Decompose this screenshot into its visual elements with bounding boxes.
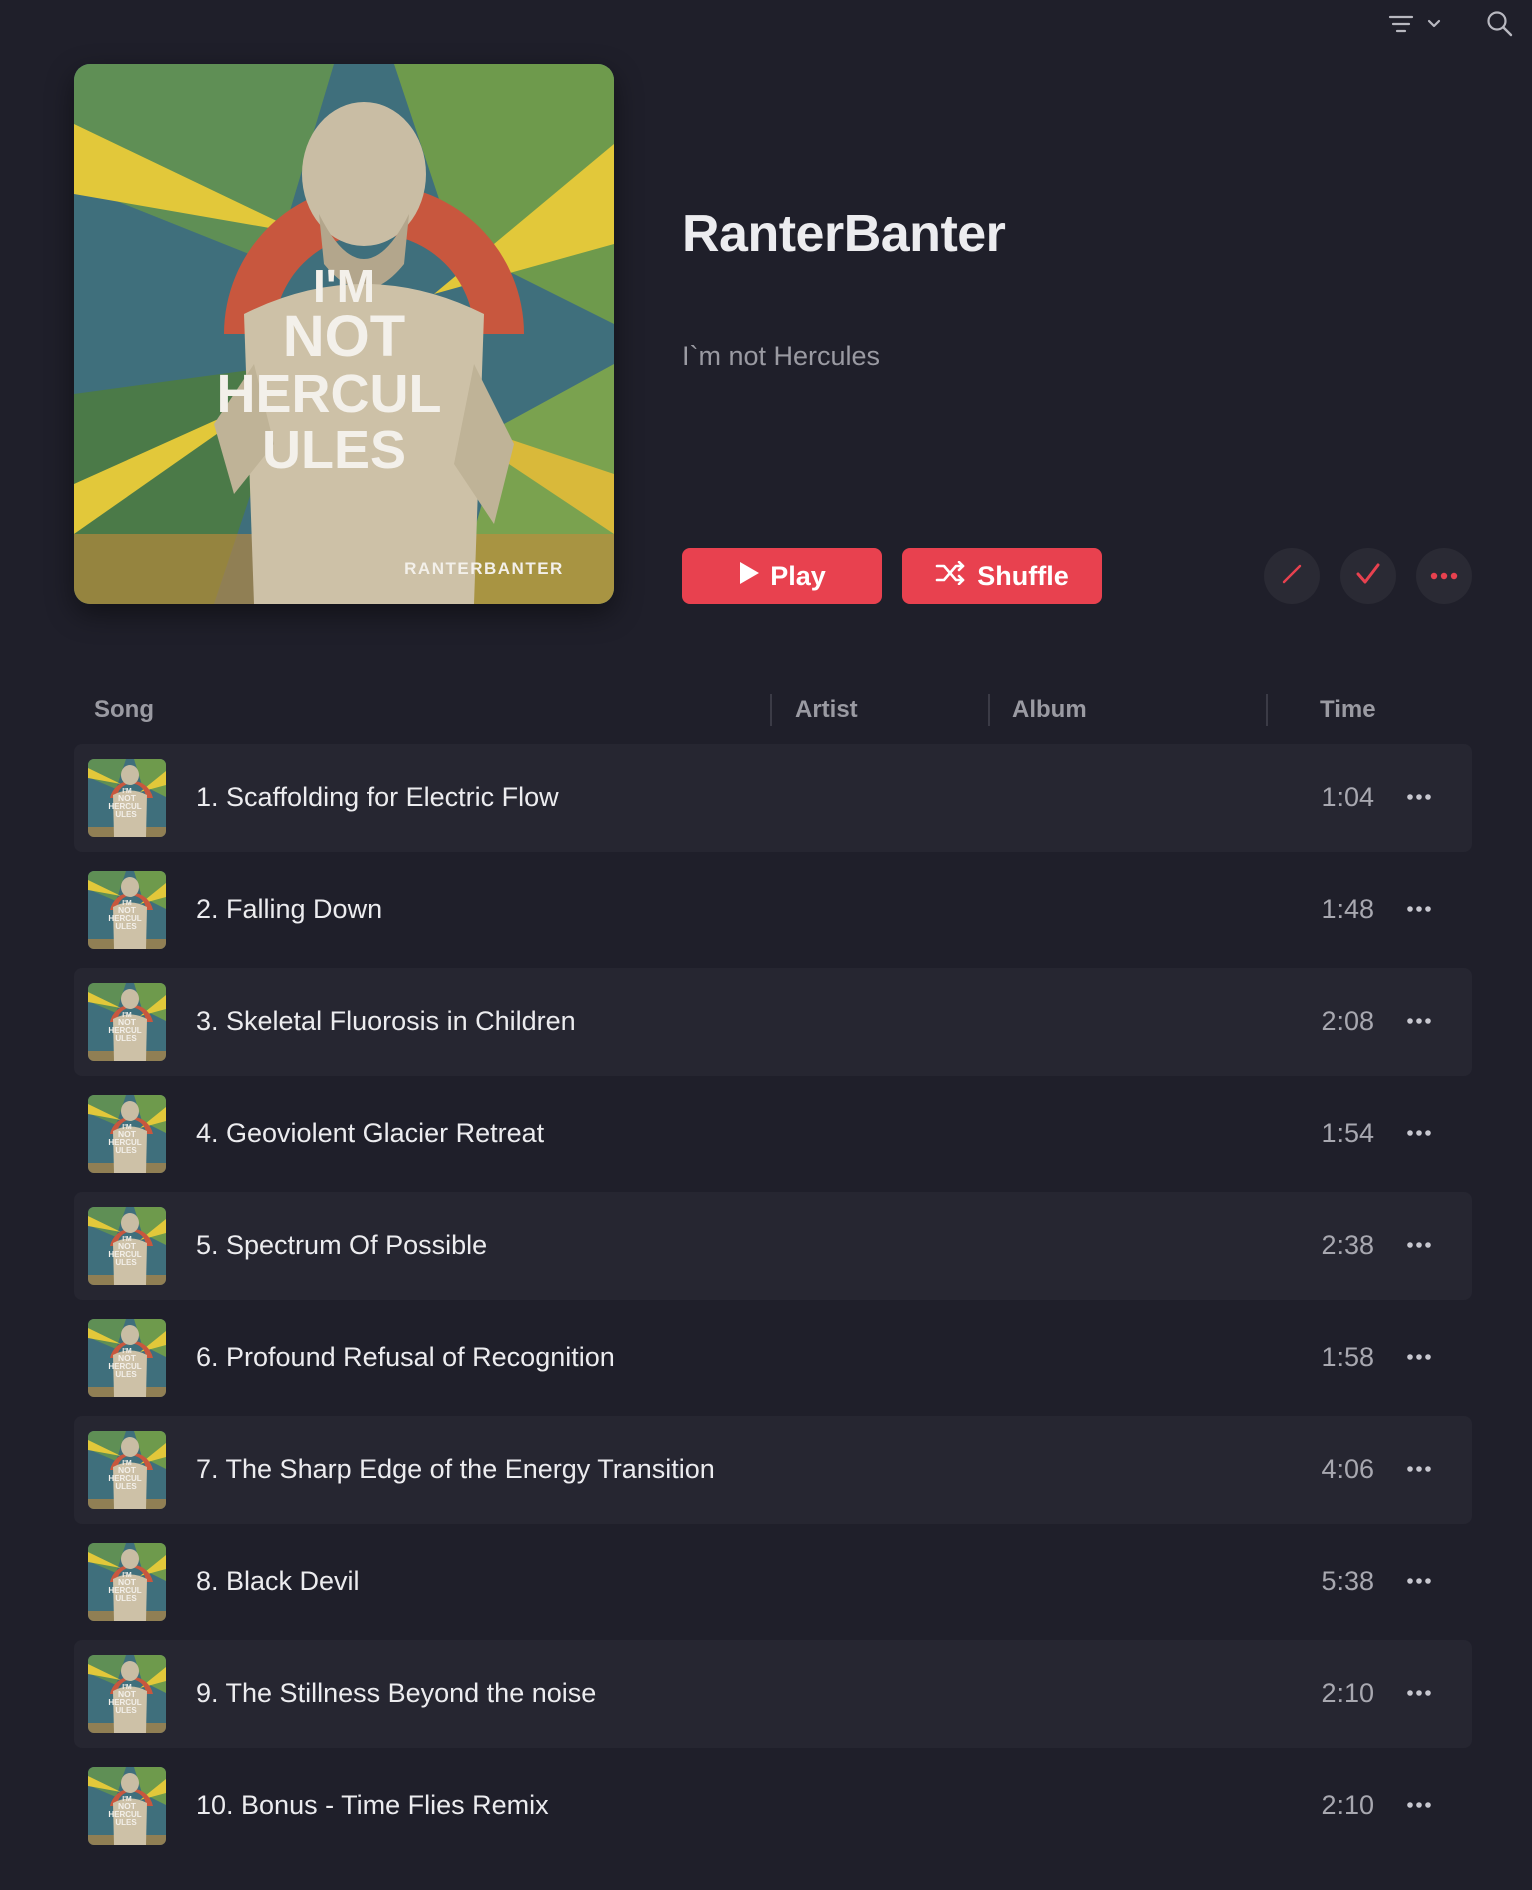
play-label: Play <box>770 560 826 591</box>
pencil-icon <box>1281 563 1303 590</box>
svg-text:ULES: ULES <box>115 1370 137 1379</box>
svg-text:ULES: ULES <box>115 810 137 819</box>
track-duration: 2:10 <box>1321 1678 1374 1708</box>
track-row[interactable]: I'M NOT HERCUL ULES 3. Skeletal Fluorosi… <box>74 968 1472 1076</box>
svg-text:ULES: ULES <box>115 922 137 931</box>
column-divider[interactable] <box>770 694 772 726</box>
track-more-icon[interactable] <box>1402 1564 1436 1598</box>
track-row[interactable]: I'M NOT HERCUL ULES 7. The Sharp Edge of… <box>74 1416 1472 1524</box>
track-artwork: I'M NOT HERCUL ULES <box>88 1543 166 1621</box>
track-title: 10. Bonus - Time Flies Remix <box>196 1790 549 1820</box>
track-more-icon[interactable] <box>1402 1004 1436 1038</box>
edit-button[interactable] <box>1264 548 1320 604</box>
track-more-icon[interactable] <box>1402 1788 1436 1822</box>
svg-text:ULES: ULES <box>115 1818 137 1827</box>
track-title: 6. Profound Refusal of Recognition <box>196 1342 615 1372</box>
svg-text:ULES: ULES <box>115 1594 137 1603</box>
track-duration: 1:04 <box>1321 782 1374 812</box>
shuffle-label: Shuffle <box>977 560 1069 591</box>
column-album[interactable]: Album <box>1012 696 1087 724</box>
track-duration: 1:48 <box>1321 894 1374 924</box>
track-title: 4. Geoviolent Glacier Retreat <box>196 1118 545 1148</box>
track-artwork: I'M NOT HERCUL ULES <box>88 1095 166 1173</box>
svg-text:ULES: ULES <box>115 1258 137 1267</box>
track-title: 7. The Sharp Edge of the Energy Transiti… <box>196 1454 715 1484</box>
track-title: 3. Skeletal Fluorosis in Children <box>196 1006 576 1036</box>
track-more-icon[interactable] <box>1402 1340 1436 1374</box>
svg-text:ULES: ULES <box>115 1482 137 1491</box>
track-row[interactable]: I'M NOT HERCUL ULES 5. Spectrum Of Possi… <box>74 1192 1472 1300</box>
track-more-icon[interactable] <box>1402 780 1436 814</box>
track-more-icon[interactable] <box>1402 1228 1436 1262</box>
track-artwork: I'M NOT HERCUL ULES <box>88 1655 166 1733</box>
track-duration: 1:54 <box>1321 1118 1374 1148</box>
track-duration: 2:10 <box>1321 1790 1374 1820</box>
album-artist-link[interactable]: I`m not Hercules <box>682 341 880 372</box>
checkmark-icon <box>1355 562 1381 591</box>
track-row[interactable]: I'M NOT HERCUL ULES 8. Black Devil 5:38 <box>74 1528 1472 1636</box>
svg-text:NOT: NOT <box>283 304 405 369</box>
album-header: I'M NOT HERCUL ULES RANTERBANTER RanterB… <box>74 64 1472 604</box>
svg-text:ULES: ULES <box>115 1706 137 1715</box>
track-artwork: I'M NOT HERCUL ULES <box>88 983 166 1061</box>
track-title: 1. Scaffolding for Electric Flow <box>196 782 559 812</box>
play-icon <box>738 561 760 592</box>
svg-text:ULES: ULES <box>115 1034 137 1043</box>
track-more-icon[interactable] <box>1402 1452 1436 1486</box>
track-title: 5. Spectrum Of Possible <box>196 1230 488 1260</box>
album-title: RanterBanter <box>682 205 1006 263</box>
track-artwork: I'M NOT HERCUL ULES <box>88 1319 166 1397</box>
search-icon[interactable] <box>1486 10 1514 38</box>
svg-text:ULES: ULES <box>262 420 406 480</box>
track-more-icon[interactable] <box>1402 1676 1436 1710</box>
track-duration: 2:08 <box>1321 1006 1374 1036</box>
track-title: 9. The Stillness Beyond the noise <box>196 1678 597 1708</box>
column-artist[interactable]: Artist <box>795 696 858 724</box>
added-to-library-button[interactable] <box>1340 548 1396 604</box>
track-row[interactable]: I'M NOT HERCUL ULES 4. Geoviolent Glacie… <box>74 1080 1472 1188</box>
svg-text:ULES: ULES <box>115 1146 137 1155</box>
track-list-header: Song Artist Album Time <box>74 686 1472 736</box>
track-title: 8. Black Devil <box>196 1566 360 1596</box>
track-more-icon[interactable] <box>1402 1116 1436 1150</box>
sort-menu-button[interactable] <box>1388 14 1442 34</box>
track-duration: 4:06 <box>1321 1454 1374 1484</box>
track-artwork: I'M NOT HERCUL ULES <box>88 871 166 949</box>
track-row[interactable]: I'M NOT HERCUL ULES 6. Profound Refusal … <box>74 1304 1472 1412</box>
top-toolbar <box>1388 10 1514 38</box>
track-artwork: I'M NOT HERCUL ULES <box>88 1431 166 1509</box>
svg-text:RANTERBANTER: RANTERBANTER <box>404 559 564 578</box>
track-more-icon[interactable] <box>1402 892 1436 926</box>
album-cover: I'M NOT HERCUL ULES RANTERBANTER <box>74 64 614 604</box>
track-row[interactable]: I'M NOT HERCUL ULES 10. Bonus - Time Fli… <box>74 1752 1472 1860</box>
shuffle-icon <box>935 560 967 592</box>
svg-text:HERCUL: HERCUL <box>217 364 442 424</box>
column-song[interactable]: Song <box>94 696 154 724</box>
column-divider[interactable] <box>988 694 990 726</box>
track-row[interactable]: I'M NOT HERCUL ULES 9. The Stillness Bey… <box>74 1640 1472 1748</box>
shuffle-button[interactable]: Shuffle <box>902 548 1102 604</box>
track-row[interactable]: I'M NOT HERCUL ULES 1. Scaffolding for E… <box>74 744 1472 852</box>
track-duration: 2:38 <box>1321 1230 1374 1260</box>
column-time[interactable]: Time <box>1320 696 1376 724</box>
track-duration: 5:38 <box>1321 1566 1374 1596</box>
chevron-down-icon <box>1426 18 1442 30</box>
play-button[interactable]: Play <box>682 548 882 604</box>
track-list: I'M NOT HERCUL ULES 1. Scaffolding for E… <box>74 744 1472 1864</box>
track-row[interactable]: I'M NOT HERCUL ULES 2. Falling Down 1:48 <box>74 856 1472 964</box>
track-artwork: I'M NOT HERCUL ULES <box>88 1767 166 1845</box>
track-title: 2. Falling Down <box>196 894 383 924</box>
track-duration: 1:58 <box>1321 1342 1374 1372</box>
more-icon <box>1430 567 1458 585</box>
list-sort-icon <box>1388 14 1414 34</box>
column-divider[interactable] <box>1266 694 1268 726</box>
track-artwork: I'M NOT HERCUL ULES <box>88 1207 166 1285</box>
more-options-button[interactable] <box>1416 548 1472 604</box>
track-artwork: I'M NOT HERCUL ULES <box>88 759 166 837</box>
